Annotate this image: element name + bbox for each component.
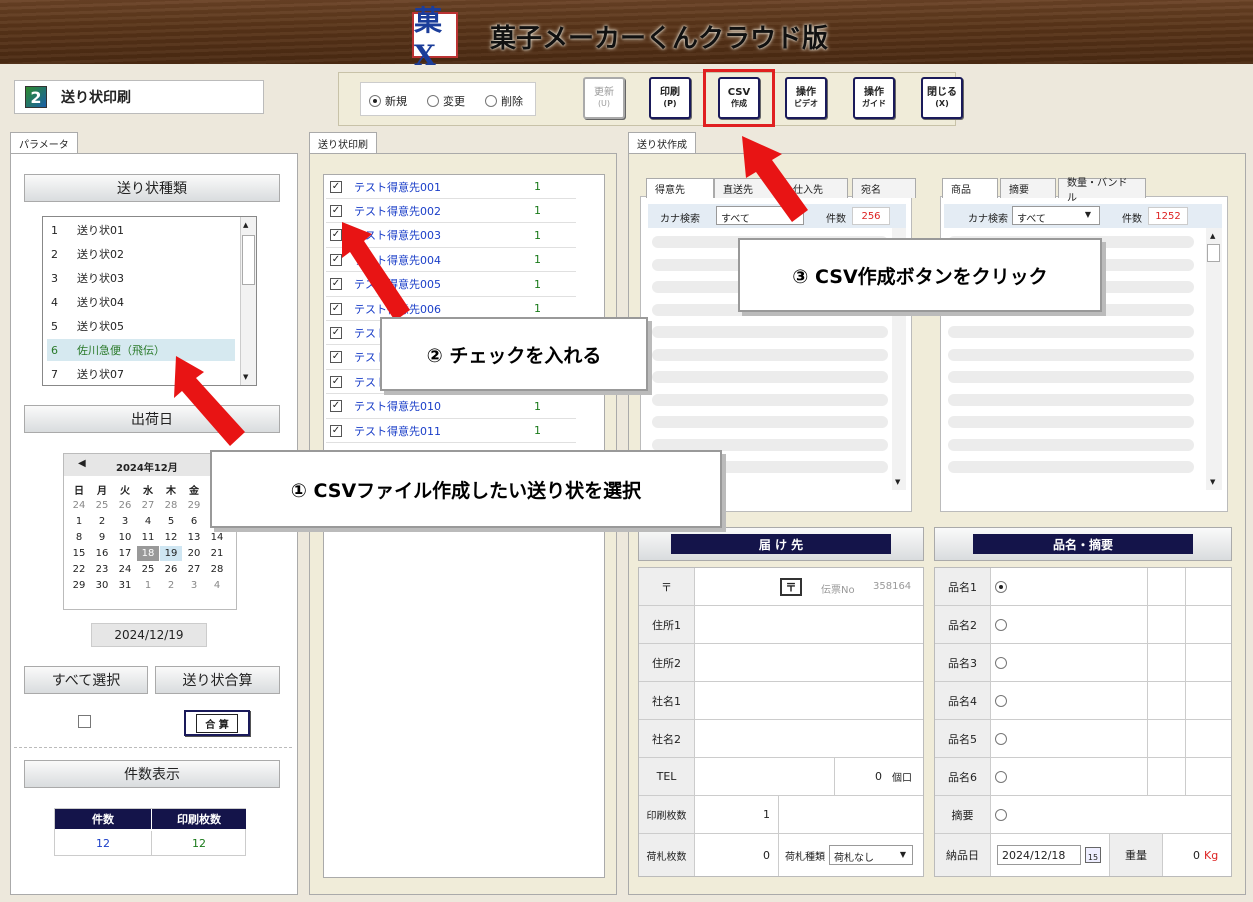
arrow-step1 [174,356,245,446]
arrow-step2 [342,222,410,321]
arrow-step3 [742,136,808,222]
annotation-step1: ① CSVファイル作成したい送り状を選択 [210,450,722,528]
annotation-step3: ③ CSV作成ボタンをクリック [738,238,1102,312]
annotation-step2: ② チェックを入れる [380,317,648,391]
